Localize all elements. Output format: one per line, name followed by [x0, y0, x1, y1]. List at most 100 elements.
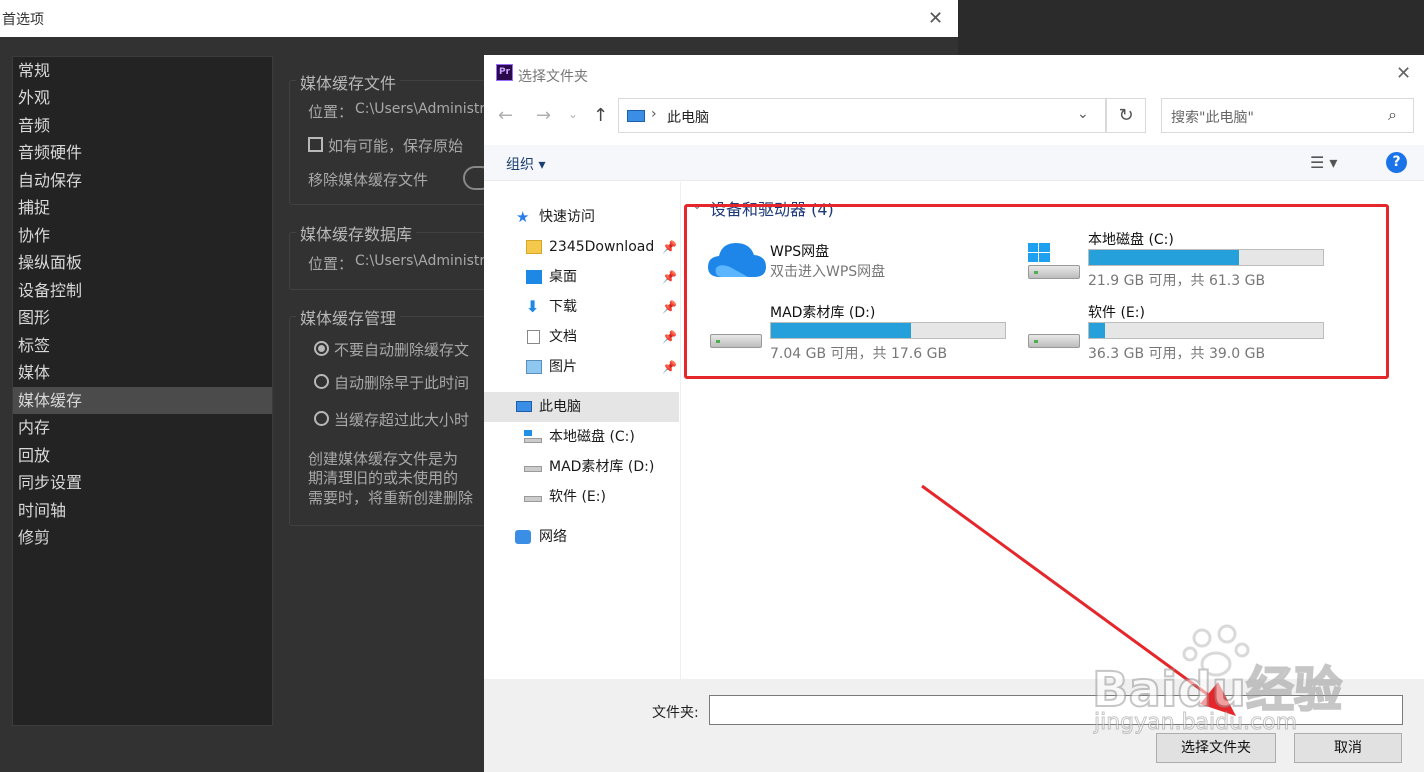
radio-label: 不要自动删除缓存文 — [334, 341, 470, 359]
chevron-right-icon: › — [651, 106, 657, 122]
drive-name: 本地磁盘 (C:) — [1088, 232, 1174, 248]
drive-item-c[interactable]: 本地磁盘 (C:) 21.9 GB 可用，共 61.3 GB — [1026, 229, 1326, 289]
drive-item-wps[interactable]: WPS网盘 双击进入WPS网盘 — [708, 239, 1008, 299]
pin-icon[interactable]: 📌 — [662, 322, 677, 352]
drive-item-d[interactable]: MAD素材库 (D:) 7.04 GB 可用，共 17.6 GB — [708, 302, 1008, 362]
drive-item-e[interactable]: 软件 (E:) 36.3 GB 可用，共 39.0 GB — [1026, 302, 1326, 362]
address-text: 此电脑 — [667, 110, 709, 126]
capacity-bar — [770, 322, 1006, 339]
address-bar[interactable]: › 此电脑 ⌄ — [618, 98, 1106, 133]
category-item[interactable]: 媒体 — [13, 359, 272, 386]
pin-icon[interactable]: 📌 — [662, 262, 677, 292]
search-placeholder: 搜索"此电脑" — [1171, 110, 1254, 126]
category-item[interactable]: 音频硬件 — [13, 139, 272, 166]
category-item[interactable]: 设备控制 — [13, 277, 272, 304]
windows-logo-icon — [1028, 243, 1050, 262]
download-icon: ⬇ — [526, 297, 540, 316]
pin-icon[interactable]: 📌 — [662, 352, 677, 382]
nav-label: MAD素材库 (D:) — [549, 459, 655, 475]
category-item[interactable]: 标签 — [13, 332, 272, 359]
pin-icon[interactable]: 📌 — [662, 292, 677, 322]
drive-free-info: 21.9 GB 可用，共 61.3 GB — [1088, 273, 1266, 289]
cloud-icon — [708, 243, 766, 277]
category-item-selected[interactable]: 媒体缓存 — [13, 387, 272, 414]
nav-item-pictures[interactable]: 图片 📌 — [484, 352, 679, 382]
nav-label: 图片 — [549, 359, 577, 375]
location-value: C:\Users\Administrat — [355, 253, 500, 269]
nav-item-downloads[interactable]: ⬇ 下载 📌 — [484, 292, 679, 322]
save-original-checkbox[interactable] — [308, 137, 323, 152]
search-icon: ⌕ — [1388, 105, 1397, 124]
group-title: 媒体缓存管理 — [296, 305, 401, 329]
radio-label: 当缓存超过此大小时 — [334, 411, 470, 429]
category-item[interactable]: 同步设置 — [13, 469, 272, 496]
category-item[interactable]: 回放 — [13, 442, 272, 469]
navigation-pane: ★ 快速访问 2345Download 📌 桌面 📌 ⬇ 下载 📌 文档 📌 图… — [484, 182, 681, 679]
nav-item-drive-c[interactable]: 本地磁盘 (C:) — [484, 422, 679, 452]
star-icon: ★ — [516, 208, 530, 226]
nav-label: 网络 — [539, 529, 567, 545]
location-value: C:\Users\Administrat — [355, 101, 500, 117]
drive-name: WPS网盘 — [770, 244, 830, 260]
category-item[interactable]: 自动保存 — [13, 167, 272, 194]
location-label: 位置： — [308, 103, 354, 121]
up-arrow-icon[interactable]: ↑ — [593, 105, 608, 126]
back-arrow-icon[interactable]: ← — [498, 105, 513, 126]
drive-icon — [710, 334, 762, 348]
premiere-app-icon: Pr — [496, 64, 513, 81]
radio-option[interactable] — [314, 411, 329, 426]
category-item[interactable]: 协作 — [13, 222, 272, 249]
chevron-down-icon[interactable]: ⌄ — [1077, 106, 1089, 122]
picture-icon — [526, 360, 542, 374]
nav-item-desktop[interactable]: 桌面 📌 — [484, 262, 679, 292]
capacity-bar — [1088, 249, 1324, 266]
checkbox-label: 如有可能，保存原始 — [328, 137, 464, 155]
category-item[interactable]: 音频 — [13, 112, 272, 139]
background-area — [958, 0, 1424, 60]
category-item[interactable]: 内存 — [13, 414, 272, 441]
view-options-icon[interactable]: ☰ ▾ — [1310, 153, 1337, 172]
category-item[interactable]: 操纵面板 — [13, 249, 272, 276]
nav-item-drive-d[interactable]: MAD素材库 (D:) — [484, 452, 679, 482]
category-item[interactable]: 捕捉 — [13, 194, 272, 221]
category-item[interactable]: 图形 — [13, 304, 272, 331]
refresh-icon[interactable]: ↻ — [1106, 98, 1146, 133]
nav-item-network[interactable]: 网络 — [484, 522, 679, 552]
desktop-icon — [526, 270, 542, 284]
radio-option[interactable] — [314, 374, 329, 389]
nav-label: 快速访问 — [539, 209, 595, 225]
search-input[interactable]: 搜索"此电脑" ⌕ — [1161, 98, 1414, 133]
category-item[interactable]: 外观 — [13, 84, 272, 111]
radio-option[interactable] — [314, 341, 329, 356]
radio-label: 自动删除早于此时间 — [334, 374, 470, 392]
group-title: 媒体缓存数据库 — [296, 221, 417, 245]
location-label: 位置： — [308, 255, 354, 273]
capacity-bar-fill — [771, 323, 912, 338]
nav-label: 本地磁盘 (C:) — [549, 429, 635, 445]
pin-icon[interactable]: 📌 — [662, 232, 677, 262]
nav-item-drive-e[interactable]: 软件 (E:) — [484, 482, 679, 512]
windows-drive-icon — [524, 430, 532, 436]
drive-free-info: 36.3 GB 可用，共 39.0 GB — [1088, 346, 1266, 362]
nav-item-documents[interactable]: 文档 📌 — [484, 322, 679, 352]
watermark-url: jingyan.baidu.com — [1093, 710, 1298, 736]
dialog-title: 选择文件夹 — [518, 69, 588, 85]
close-icon[interactable]: ✕ — [1396, 63, 1411, 84]
close-icon[interactable]: ✕ — [928, 8, 943, 29]
nav-item-quick-access[interactable]: ★ 快速访问 — [484, 202, 679, 232]
help-icon[interactable]: ? — [1386, 152, 1407, 173]
nav-item-this-pc[interactable]: 此电脑 — [484, 392, 679, 422]
drive-free-info: 7.04 GB 可用，共 17.6 GB — [770, 346, 948, 362]
capacity-bar-fill — [1089, 250, 1240, 265]
toolbar: 组织 ▾ ☰ ▾ ? — [484, 145, 1424, 181]
organize-button[interactable]: 组织 ▾ — [506, 154, 545, 174]
category-item[interactable]: 常规 — [13, 57, 272, 84]
network-icon — [515, 530, 531, 544]
capacity-bar-fill — [1089, 323, 1106, 338]
nav-item-2345download[interactable]: 2345Download 📌 — [484, 232, 679, 262]
forward-arrow-icon[interactable]: → — [536, 105, 551, 126]
chevron-down-icon[interactable]: ⌄ — [568, 107, 578, 121]
category-item[interactable]: 时间轴 — [13, 497, 272, 524]
nav-label: 文档 — [549, 329, 577, 345]
category-item[interactable]: 修剪 — [13, 524, 272, 551]
